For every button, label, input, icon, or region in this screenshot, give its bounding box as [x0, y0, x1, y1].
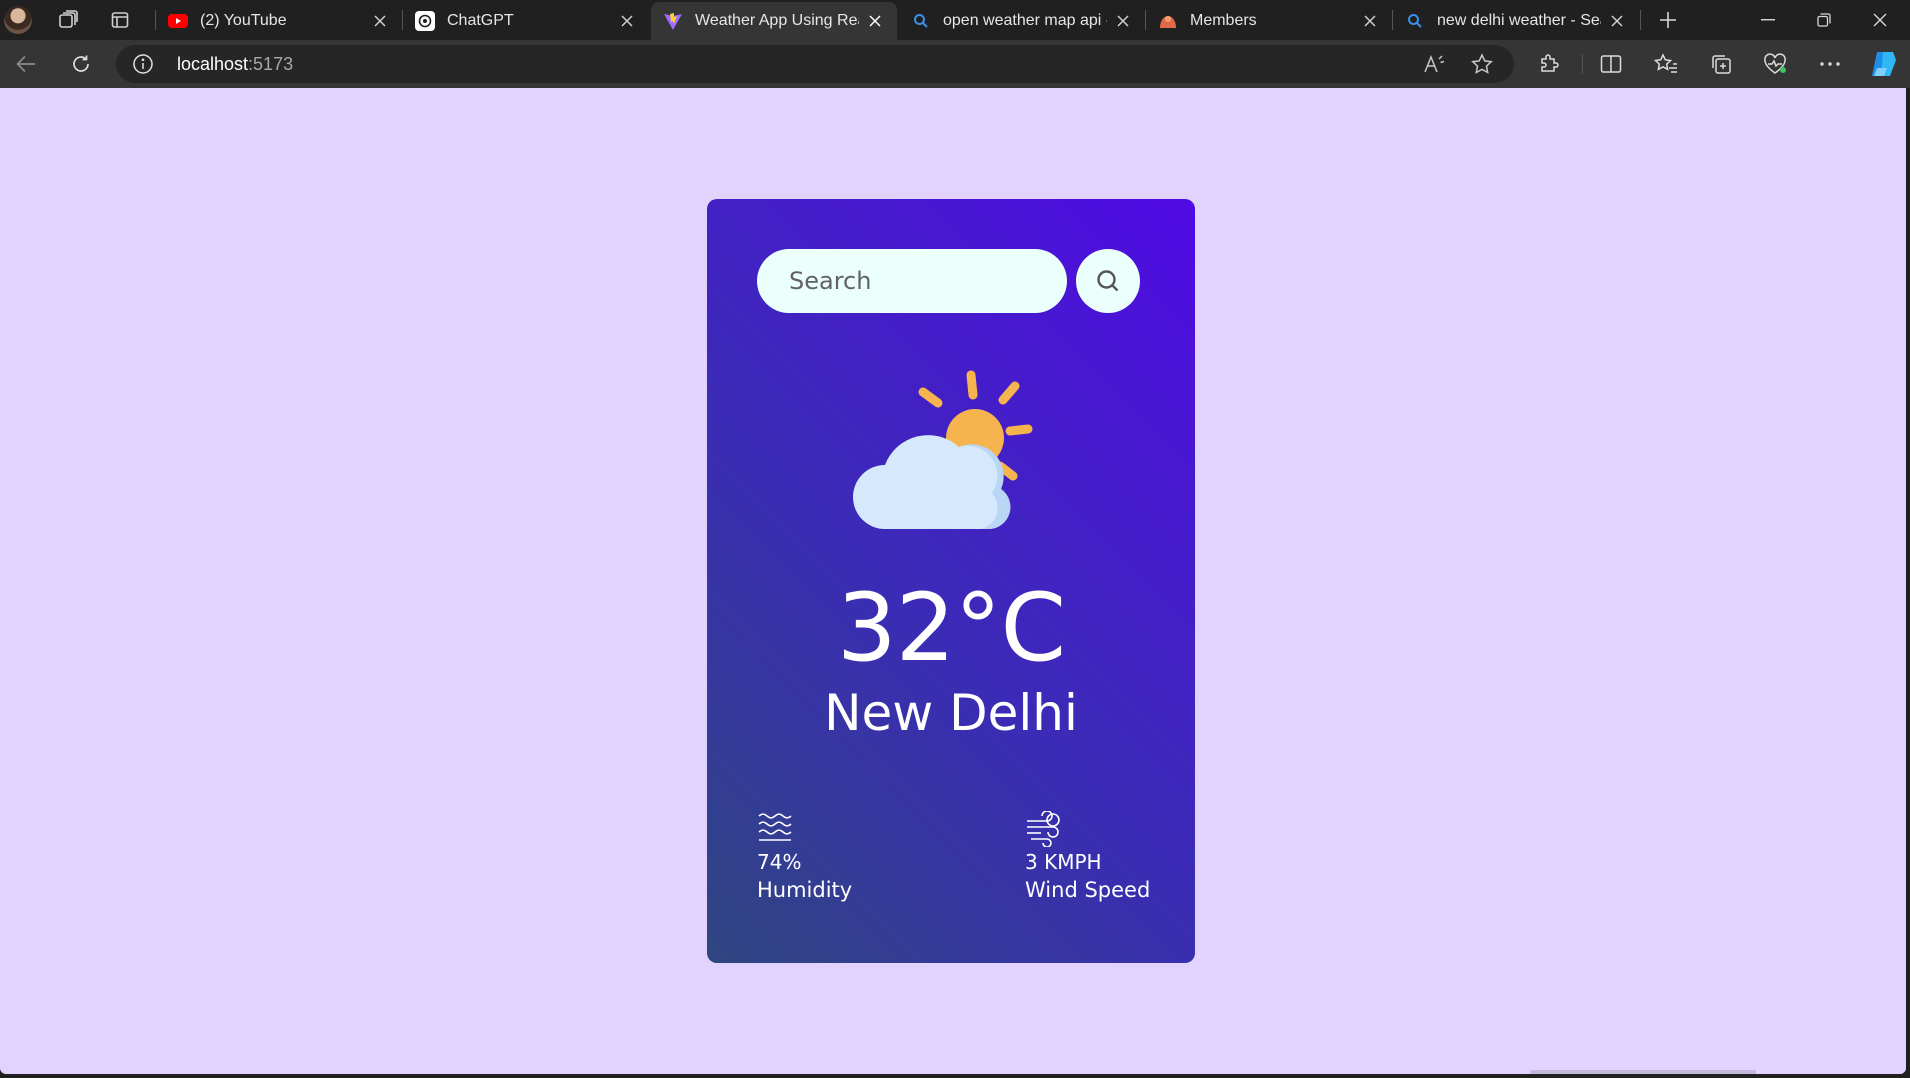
tab-actions-icon[interactable] — [106, 6, 134, 34]
address-bar[interactable]: localhost:5173 — [116, 45, 1514, 83]
browser-toolbar: localhost:5173 — [0, 40, 1910, 88]
split-screen-icon[interactable] — [1593, 48, 1629, 80]
site-info-icon[interactable] — [132, 53, 154, 75]
url-port: :5173 — [248, 54, 294, 74]
humidity-stat: 74% Humidity — [757, 811, 852, 905]
tab-strip: (2) YouTube ChatGPT Weather App Using Re… — [0, 0, 1910, 40]
collections-icon[interactable] — [1703, 48, 1739, 80]
tab-title: ChatGPT — [447, 12, 514, 29]
wind-label: Wind Speed — [1025, 878, 1151, 902]
minimize-icon[interactable] — [1740, 0, 1796, 40]
search-bar — [757, 249, 1147, 313]
url-host: localhost — [177, 54, 249, 74]
search-button[interactable] — [1076, 249, 1140, 313]
wind-icon — [1027, 811, 1060, 847]
browser-essentials-icon[interactable] — [1757, 48, 1793, 80]
search-input[interactable] — [757, 249, 1067, 313]
tab-title: Members — [1190, 12, 1257, 29]
url-text[interactable]: localhost:5173 — [177, 54, 293, 75]
horizontal-scrollbar[interactable] — [1530, 1070, 1756, 1074]
weather-card: 32°C New Delhi 74% Humidity 3 KMPH Wind … — [707, 199, 1195, 963]
favorites-icon[interactable] — [1648, 48, 1684, 80]
restore-icon[interactable] — [1796, 0, 1852, 40]
vite-icon — [663, 11, 683, 31]
tab-weather-app[interactable]: Weather App Using React — [651, 2, 897, 40]
temperature: 32°C — [836, 574, 1066, 683]
close-tab-icon[interactable] — [1113, 11, 1133, 31]
search-icon — [1405, 11, 1425, 31]
page-viewport: 32°C New Delhi 74% Humidity 3 KMPH Wind … — [0, 88, 1906, 1074]
city-name: New Delhi — [824, 684, 1078, 742]
humidity-label: Humidity — [757, 878, 853, 902]
tab-members[interactable]: Members — [1146, 2, 1392, 40]
wind-stat: 3 KMPH Wind Speed — [1025, 811, 1150, 905]
tab-new-delhi-weather-search[interactable]: new delhi weather - Search — [1393, 2, 1639, 40]
profile-avatar[interactable] — [4, 6, 32, 34]
refresh-icon[interactable] — [63, 48, 99, 80]
tab-title: (2) YouTube — [200, 12, 287, 29]
toolbar-divider — [1582, 54, 1583, 74]
close-tab-icon[interactable] — [1360, 11, 1380, 31]
search-icon — [1097, 270, 1119, 292]
chatgpt-icon — [415, 11, 435, 31]
tab-youtube[interactable]: (2) YouTube — [156, 2, 402, 40]
close-tab-icon[interactable] — [1607, 11, 1627, 31]
tab-title: new delhi weather - Search — [1437, 12, 1601, 29]
favorite-star-icon[interactable] — [1470, 52, 1494, 76]
read-aloud-icon[interactable] — [1422, 52, 1446, 76]
humidity-value: 74% — [757, 850, 802, 874]
tab-title: open weather map api - Search — [943, 12, 1107, 29]
more-options-icon[interactable] — [1812, 48, 1848, 80]
close-tab-icon[interactable] — [370, 11, 390, 31]
new-tab-icon[interactable] — [1654, 6, 1682, 34]
youtube-icon — [168, 11, 188, 31]
close-window-icon[interactable] — [1852, 0, 1908, 40]
back-icon[interactable] — [8, 48, 44, 80]
extensions-icon[interactable] — [1531, 48, 1567, 80]
tab-title: Weather App Using React — [695, 12, 859, 29]
tab-chatgpt[interactable]: ChatGPT — [403, 2, 649, 40]
tab-openweather-search[interactable]: open weather map api - Search — [899, 2, 1145, 40]
tab-separator — [1640, 10, 1641, 30]
search-icon — [911, 11, 931, 31]
copilot-icon[interactable] — [1866, 48, 1902, 80]
members-icon — [1158, 11, 1178, 31]
humidity-icon — [758, 813, 792, 841]
close-tab-icon[interactable] — [617, 11, 637, 31]
wind-value: 3 KMPH — [1025, 850, 1102, 874]
close-tab-icon[interactable] — [865, 11, 885, 31]
workspaces-icon[interactable] — [54, 6, 82, 34]
partly-cloudy-icon — [853, 370, 1033, 529]
